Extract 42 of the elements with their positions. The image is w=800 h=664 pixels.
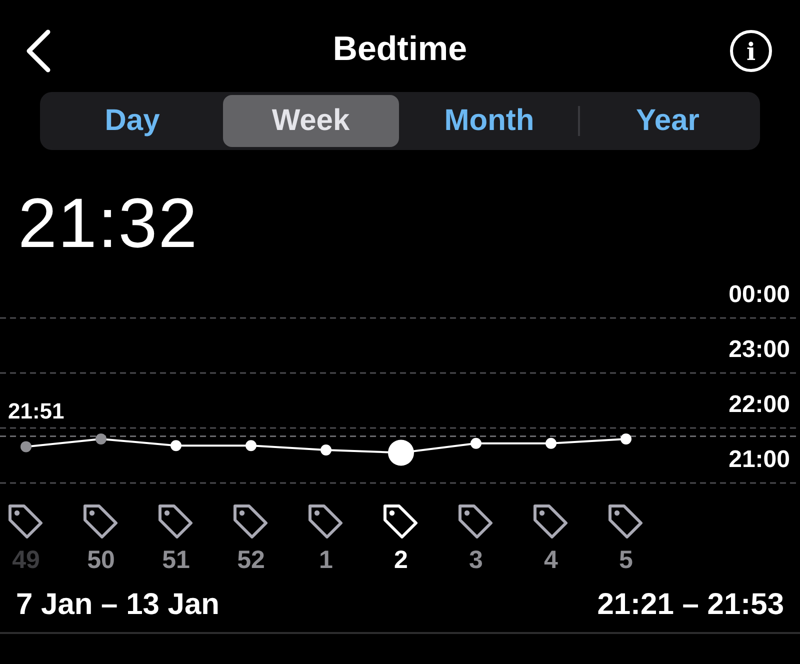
data-point[interactable] [20,441,32,452]
tag-icon[interactable] [158,504,192,538]
average-line-label: 21:51 [8,398,64,424]
chevron-left-icon [24,29,52,73]
data-point[interactable] [246,440,256,452]
week-number: 52 [237,546,265,574]
y-axis-label: 22:00 [728,391,790,418]
tag-icon[interactable] [8,504,42,538]
week-number: 4 [544,546,558,574]
tag-icon[interactable] [608,504,642,538]
tag-icon[interactable] [308,504,342,538]
week-number: 51 [162,546,190,574]
y-axis-label: 21:00 [728,446,790,473]
week-number: 49 [12,546,40,574]
screen-title: Bedtime [332,30,468,69]
period-tab[interactable]: Week [222,95,399,147]
period-tab[interactable]: Year [580,95,756,147]
y-axis-label: 00:00 [728,281,790,308]
data-point[interactable] [320,444,332,456]
data-point[interactable] [170,440,182,452]
tag-icon[interactable] [534,504,568,538]
week-number: 3 [469,546,483,574]
tag-icon[interactable] [234,504,268,538]
back-button[interactable] [24,29,52,73]
week-number: 1 [319,546,333,574]
tag-icon[interactable] [84,504,118,538]
average-time: 21:32 [17,183,200,260]
time-range: 21:21 – 21:53 [597,588,784,622]
y-axis-label: 23:00 [728,336,790,363]
week-number: 2 [394,546,408,574]
week-number: 50 [87,546,115,574]
data-point[interactable] [388,440,414,466]
data-point[interactable] [620,434,632,444]
info-button[interactable]: i [730,30,772,72]
data-point[interactable] [470,438,482,449]
date-range: 7 Jan – 13 Jan [16,588,220,622]
period-tab[interactable]: Month [401,95,578,147]
data-point[interactable] [96,434,106,444]
period-tab[interactable]: Day [44,95,220,147]
tag-icon[interactable] [458,504,492,538]
week-number: 5 [619,546,633,574]
data-point[interactable] [546,438,556,449]
